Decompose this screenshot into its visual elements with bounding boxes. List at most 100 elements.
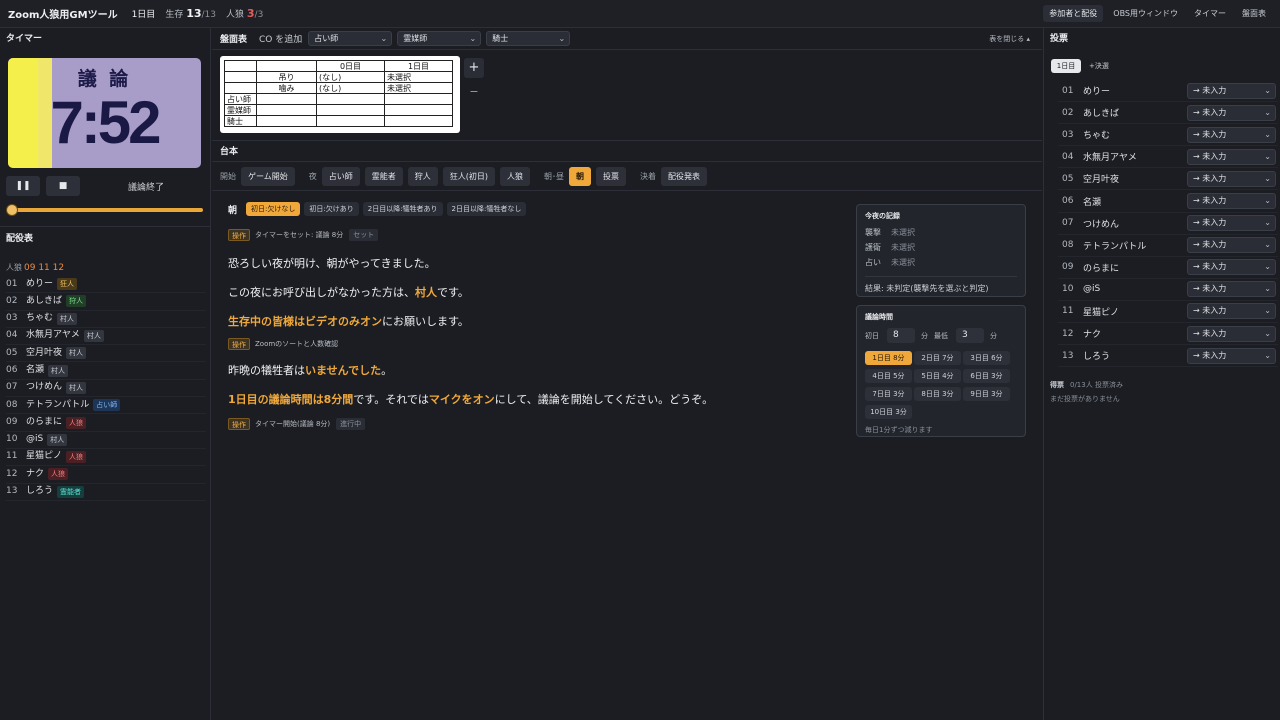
player-name: めりー [26, 278, 54, 289]
vote-target-select[interactable]: → 未入力 ⌄ [1187, 170, 1276, 187]
cast-row: 10 @iS 村人 [6, 432, 206, 449]
player-name: 空月叶夜 [26, 347, 63, 358]
vote-target-select[interactable]: → 未入力 ⌄ [1187, 193, 1276, 210]
chevron-down-icon: ⌄ [1264, 218, 1271, 228]
vote-row: 01 めりー → 未入力 ⌄ [1058, 80, 1278, 103]
first-day-minutes-input[interactable]: 8 [887, 328, 915, 343]
reveal-roles-button[interactable]: 配役発表 [661, 166, 708, 186]
vote-target-select[interactable]: → 未入力 ⌄ [1187, 82, 1276, 99]
board-toolbar: 盤面表 CO を追加 占い師 ⌄ 霊媒師 ⌄ 騎士 ⌄ 表を閉じる ▴ [212, 28, 1042, 50]
cast-row: 11 星猫ピノ 人狼 [6, 449, 206, 467]
chevron-down-icon: ⌄ [1264, 284, 1271, 294]
night-medium-button[interactable]: 霊能者 [364, 166, 403, 186]
role-badge: 村人 [57, 312, 78, 325]
co-select-seer[interactable]: 占い師 ⌄ [308, 31, 393, 46]
player-name: テトランパトル [1083, 241, 1147, 252]
morning-button[interactable]: 朝 [569, 166, 592, 186]
role-badge: 霊能者 [57, 485, 85, 498]
role-badge: 占い師 [93, 399, 121, 412]
vote-target-select[interactable]: → 未入力 ⌄ [1187, 148, 1276, 165]
game-start-button[interactable]: ゲーム開始 [241, 166, 295, 186]
day-duration-chip[interactable]: 10日目 3分 [865, 405, 912, 419]
day-duration-chip[interactable]: 7日目 3分 [865, 387, 912, 401]
day-duration-chip[interactable]: 8日目 3分 [914, 387, 961, 401]
player-number: 11 [1062, 306, 1074, 317]
player-name: めりー [1083, 87, 1111, 98]
player-number: 04 [6, 330, 18, 341]
chip-later-no-victim[interactable]: 2日目以降:犠牲者なし [446, 202, 527, 216]
chip-first-no-victim[interactable]: 初日:欠けなし [246, 202, 301, 216]
day-duration-chip[interactable]: 2日目 7分 [914, 351, 961, 365]
timer-slider[interactable] [6, 204, 203, 216]
slider-handle[interactable] [6, 204, 18, 216]
night-mad-button[interactable]: 狂人(初日) [442, 166, 496, 186]
player-name: のらまに [1083, 263, 1120, 274]
day-duration-chip[interactable]: 4日目 5分 [865, 369, 912, 383]
player-name: しろう [26, 486, 54, 497]
stop-icon: ■ [58, 181, 68, 191]
operation-badge: 操作 [228, 229, 250, 241]
night-wolf-button[interactable]: 人狼 [500, 166, 531, 186]
vote-target-select[interactable]: → 未入力 ⌄ [1187, 215, 1276, 232]
co-select-medium[interactable]: 霊媒師 ⌄ [397, 31, 482, 46]
vote-row: 09 のらまに → 未入力 ⌄ [1058, 257, 1278, 279]
co-select-knight[interactable]: 騎士 ⌄ [486, 31, 571, 46]
obs-window-button[interactable]: OBS用ウィンドウ [1107, 5, 1184, 22]
player-number: 12 [1062, 328, 1074, 339]
role-badge: 村人 [66, 381, 87, 394]
vote-tally: 得票 0/13人 投票済み [1050, 381, 1123, 389]
script-body: 朝 初日:欠けなし 初日:欠けあり 2日目以降:犠牲者あり 2日目以降:犠牲者な… [228, 200, 848, 431]
night-seer-button[interactable]: 占い師 [321, 166, 360, 186]
participants-button[interactable]: 参加者と配役 [1043, 5, 1104, 22]
day-duration-chip[interactable]: 3日目 6分 [963, 351, 1010, 365]
vote-target-select[interactable]: → 未入力 ⌄ [1187, 104, 1276, 121]
player-number: 03 [6, 313, 18, 324]
night-hunter-button[interactable]: 狩人 [407, 166, 438, 186]
timer-window-button[interactable]: タイマー [1188, 5, 1232, 22]
night-record-title: 今夜の記録 [865, 212, 900, 220]
board-heading: 盤面表 [220, 35, 248, 45]
minimum-minutes-input[interactable]: 3 [956, 328, 984, 343]
vote-target-select[interactable]: → 未入力 ⌄ [1187, 281, 1276, 298]
vote-target-select[interactable]: → 未入力 ⌄ [1187, 126, 1276, 143]
day-duration-chip[interactable]: 5日目 4分 [914, 369, 961, 383]
board-window-button[interactable]: 盤面表 [1236, 5, 1272, 22]
chevron-down-icon: ⌄ [469, 34, 477, 43]
player-number: 07 [6, 382, 18, 393]
day-duration-chip[interactable]: 6日目 3分 [963, 369, 1010, 383]
vote-row: 08 テトランパトル → 未入力 ⌄ [1058, 235, 1278, 257]
role-badge: 人狼 [48, 468, 69, 481]
stop-button[interactable]: ■ [46, 176, 80, 196]
player-number: 06 [1062, 196, 1074, 207]
day-duration-chip[interactable]: 1日目 8分 [865, 351, 912, 365]
chip-later-victim[interactable]: 2日目以降:犠牲者あり [362, 202, 443, 216]
vote-target-select[interactable]: → 未入力 ⌄ [1187, 303, 1276, 320]
left-column: タイマー 議 論 7:52 ❚❚ ■ 議論終了 配役表 人狼 09 11 12 0… [0, 28, 211, 720]
chip-first-victim[interactable]: 初日:欠けあり [304, 202, 359, 216]
player-name: 空月叶夜 [1083, 175, 1120, 186]
day-duration-chip[interactable]: 9日目 3分 [963, 387, 1010, 401]
end-discussion-button[interactable]: 議論終了 [128, 180, 164, 193]
timer-start-state[interactable]: 進行中 [336, 418, 366, 430]
pause-button[interactable]: ❚❚ [6, 176, 40, 196]
vote-target-select[interactable]: → 未入力 ⌄ [1187, 325, 1276, 342]
vote-target-select[interactable]: → 未入力 ⌄ [1187, 259, 1276, 276]
set-timer-button[interactable]: セット [349, 229, 379, 241]
phase-bar: 開始 ゲーム開始 夜 占い師 霊能者 狩人 狂人(初日) 人狼 朝･昼 朝 投票… [220, 166, 712, 186]
co-add-label: CO を追加 [259, 35, 303, 45]
vote-target-select[interactable]: → 未入力 ⌄ [1187, 347, 1276, 364]
close-board-button[interactable]: 表を閉じる ▴ [989, 34, 1030, 44]
vote-target-select[interactable]: → 未入力 ⌄ [1187, 237, 1276, 254]
add-row-button[interactable]: + [464, 58, 484, 78]
vote-row: 10 @iS → 未入力 ⌄ [1058, 279, 1278, 301]
vote-button[interactable]: 投票 [596, 166, 627, 186]
chevron-down-icon: ⌄ [1264, 107, 1271, 117]
vote-row: 07 つけめん → 未入力 ⌄ [1058, 213, 1278, 235]
pause-icon: ❚❚ [15, 181, 31, 191]
script-line: 昨晩の犠牲者はいませんでした。 [228, 364, 393, 377]
remove-row-button[interactable]: − [464, 82, 484, 102]
role-badge: 狂人 [57, 278, 78, 291]
cast-row: 01 めりー 狂人 [6, 276, 206, 294]
vote-day-tab[interactable]: 1日目 [1051, 59, 1081, 73]
runoff-button[interactable]: +決選 [1089, 61, 1109, 71]
